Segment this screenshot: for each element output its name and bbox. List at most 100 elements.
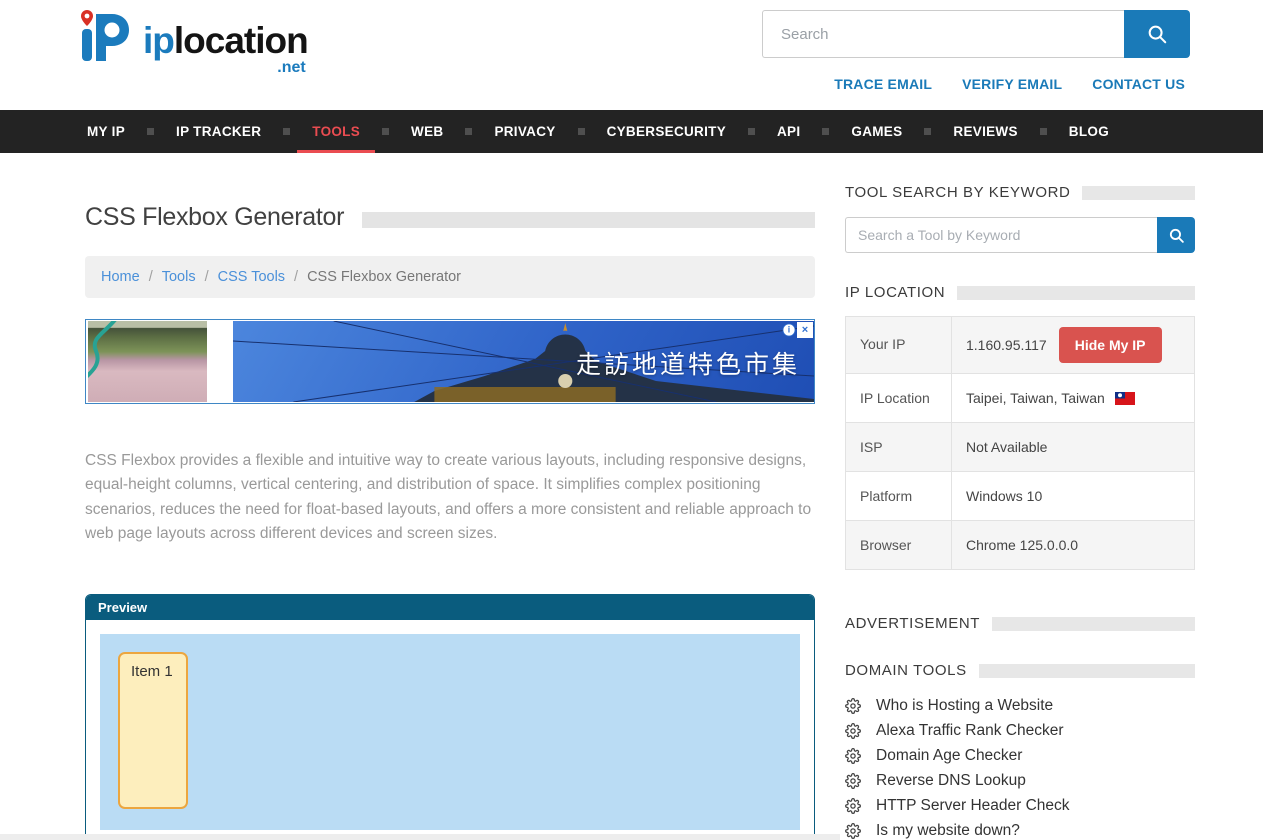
logo-mark-icon — [75, 8, 137, 66]
row-value: Windows 10 — [952, 472, 1194, 520]
gear-icon — [845, 773, 861, 789]
breadcrumb-separator: / — [294, 269, 298, 285]
sidebar: TOOL SEARCH BY KEYWORD IP LOCATION Your … — [845, 153, 1195, 840]
taiwan-flag-icon — [1115, 392, 1135, 405]
row-value: Chrome 125.0.0.0 — [952, 521, 1194, 569]
nav-separator — [283, 128, 290, 135]
nav-separator — [578, 128, 585, 135]
title-row: CSS Flexbox Generator — [85, 203, 815, 232]
breadcrumb-home[interactable]: Home — [101, 269, 140, 285]
list-item: Who is Hosting a Website — [845, 697, 1195, 715]
row-label: Platform — [846, 472, 952, 520]
domain-tool-link-http-header[interactable]: HTTP Server Header Check — [876, 797, 1070, 815]
breadcrumb-css-tools[interactable]: CSS Tools — [218, 269, 285, 285]
nav-item-games[interactable]: GAMES — [836, 110, 917, 153]
row-label: Browser — [846, 521, 952, 569]
table-row-platform: Platform Windows 10 — [846, 472, 1194, 521]
flex-preview-item[interactable]: Item 1 — [118, 652, 188, 809]
heading-decorative-bar — [1082, 186, 1195, 200]
table-row-browser: Browser Chrome 125.0.0.0 — [846, 521, 1194, 569]
nav-separator — [1040, 128, 1047, 135]
logo-tld: .net — [277, 60, 305, 76]
nav-item-ip-tracker[interactable]: IP TRACKER — [161, 110, 276, 153]
domain-tool-link-hosting[interactable]: Who is Hosting a Website — [876, 697, 1053, 715]
nav-item-reviews[interactable]: REVIEWS — [938, 110, 1032, 153]
flex-preview-container: Item 1 — [100, 634, 800, 830]
preview-panel: Preview Item 1 — [85, 594, 815, 840]
verify-email-link[interactable]: VERIFY EMAIL — [962, 76, 1062, 92]
heading-decorative-bar — [979, 664, 1195, 678]
list-item: Alexa Traffic Rank Checker — [845, 722, 1195, 740]
ad-image-building[interactable]: 走訪地道特色市集 i × — [233, 321, 814, 402]
domain-tool-link-website-down[interactable]: Is my website down? — [876, 822, 1020, 840]
ad-banner[interactable]: 走訪地道特色市集 i × — [85, 319, 815, 404]
tool-search-input[interactable] — [845, 217, 1157, 253]
gear-icon — [845, 823, 861, 839]
breadcrumb-separator: / — [149, 269, 153, 285]
gear-icon — [845, 723, 861, 739]
tool-search-heading-row: TOOL SEARCH BY KEYWORD — [845, 184, 1195, 201]
domain-tools-list: Who is Hosting a Website Alexa Traffic R… — [845, 697, 1195, 840]
domain-tools-heading-row: DOMAIN TOOLS — [845, 662, 1195, 679]
nav-item-my-ip[interactable]: MY IP — [72, 110, 140, 153]
ip-location-heading: IP LOCATION — [845, 284, 945, 301]
list-item: HTTP Server Header Check — [845, 797, 1195, 815]
preview-panel-header: Preview — [86, 595, 814, 620]
header-links: TRACE EMAIL VERIFY EMAIL CONTACT US — [834, 76, 1185, 92]
nav-item-privacy[interactable]: PRIVACY — [479, 110, 570, 153]
row-label: ISP — [846, 423, 952, 471]
nav-item-tools[interactable]: TOOLS — [297, 110, 375, 153]
breadcrumb-tools[interactable]: Tools — [162, 269, 196, 285]
table-row-isp: ISP Not Available — [846, 423, 1194, 472]
row-value: 1.160.95.117 Hide My IP — [952, 317, 1194, 373]
search-icon — [1168, 227, 1185, 244]
ad-landscape-squiggle — [88, 321, 207, 402]
content: CSS Flexbox Generator Home / Tools / CSS… — [0, 153, 1263, 840]
table-row-ip-location: IP Location Taipei, Taiwan, Taiwan — [846, 374, 1194, 423]
ad-close-icon[interactable]: × — [797, 322, 813, 338]
tool-search-button[interactable] — [1157, 217, 1195, 253]
list-item: Reverse DNS Lookup — [845, 772, 1195, 790]
logo[interactable]: iplocation.net — [75, 8, 308, 66]
header-search — [762, 10, 1190, 58]
table-row-your-ip: Your IP 1.160.95.117 Hide My IP — [846, 317, 1194, 374]
nav-item-web[interactable]: WEB — [396, 110, 458, 153]
logo-location: location — [174, 20, 308, 61]
main-nav: MY IP IP TRACKER TOOLS WEB PRIVACY CYBER… — [0, 110, 1263, 153]
search-icon — [1146, 23, 1168, 45]
page: iplocation.net TRACE EMAIL VERIFY EMAIL … — [0, 0, 1263, 840]
domain-tool-link-domain-age[interactable]: Domain Age Checker — [876, 747, 1022, 765]
ad-headline: 走訪地道特色市集 — [576, 345, 800, 381]
gear-icon — [845, 698, 861, 714]
nav-item-cybersecurity[interactable]: CYBERSECURITY — [592, 110, 741, 153]
contact-us-link[interactable]: CONTACT US — [1092, 76, 1185, 92]
heading-decorative-bar — [957, 286, 1195, 300]
footer-strip — [0, 834, 840, 840]
row-value: Taipei, Taiwan, Taiwan — [952, 374, 1194, 422]
site-header: iplocation.net TRACE EMAIL VERIFY EMAIL … — [0, 0, 1263, 110]
row-label: IP Location — [846, 374, 952, 422]
advertisement-heading: ADVERTISEMENT — [845, 615, 980, 632]
title-decorative-bar — [362, 212, 815, 228]
tool-search-heading: TOOL SEARCH BY KEYWORD — [845, 184, 1070, 201]
trace-email-link[interactable]: TRACE EMAIL — [834, 76, 932, 92]
nav-item-api[interactable]: API — [762, 110, 815, 153]
hide-my-ip-button[interactable]: Hide My IP — [1059, 327, 1162, 363]
ad-image-landscape[interactable] — [88, 321, 207, 402]
nav-item-blog[interactable]: BLOG — [1054, 110, 1124, 153]
breadcrumb-separator: / — [205, 269, 209, 285]
domain-tool-link-reverse-dns[interactable]: Reverse DNS Lookup — [876, 772, 1026, 790]
site-search-button[interactable] — [1124, 10, 1190, 58]
tool-description: CSS Flexbox provides a flexible and intu… — [85, 449, 815, 547]
heading-decorative-bar — [992, 617, 1195, 631]
page-title: CSS Flexbox Generator — [85, 203, 344, 232]
logo-ip: ip — [143, 20, 174, 61]
adchoices-icon[interactable]: i — [783, 324, 796, 337]
nav-separator — [147, 128, 154, 135]
breadcrumb-current: CSS Flexbox Generator — [307, 269, 461, 285]
site-search-input[interactable] — [762, 10, 1124, 58]
gear-icon — [845, 798, 861, 814]
breadcrumb: Home / Tools / CSS Tools / CSS Flexbox G… — [85, 256, 815, 298]
domain-tool-link-alexa[interactable]: Alexa Traffic Rank Checker — [876, 722, 1064, 740]
advertisement-heading-row: ADVERTISEMENT — [845, 615, 1195, 632]
